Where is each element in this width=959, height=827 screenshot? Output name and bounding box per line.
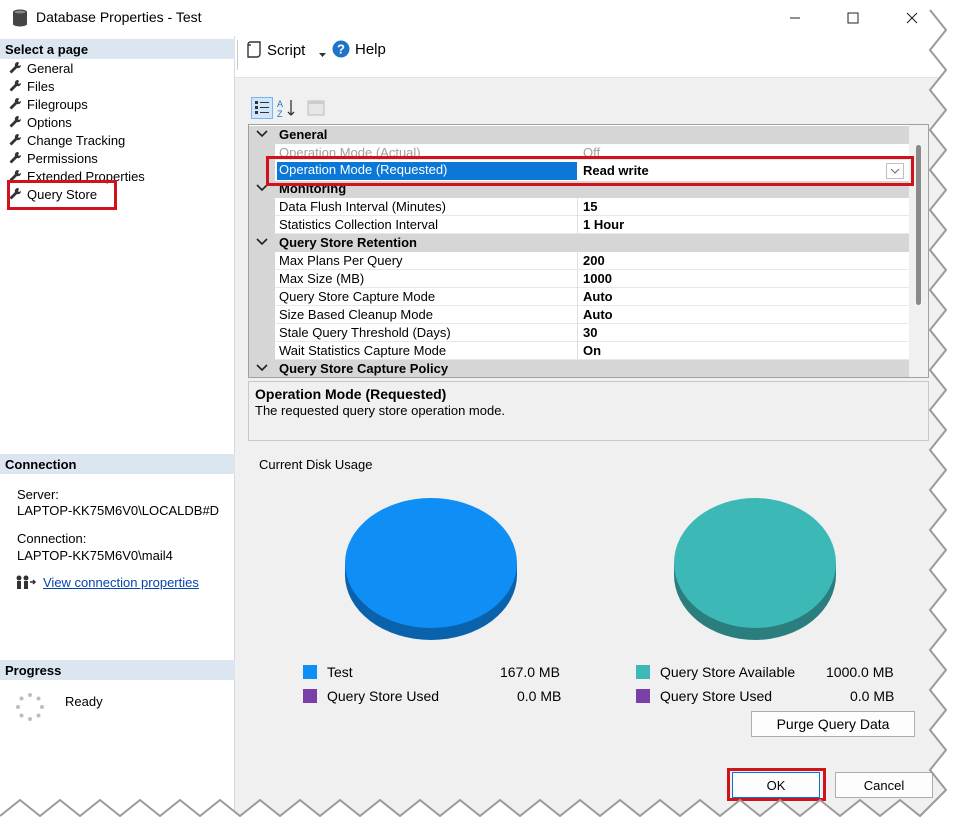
torn-edge-decoration (0, 0, 959, 827)
